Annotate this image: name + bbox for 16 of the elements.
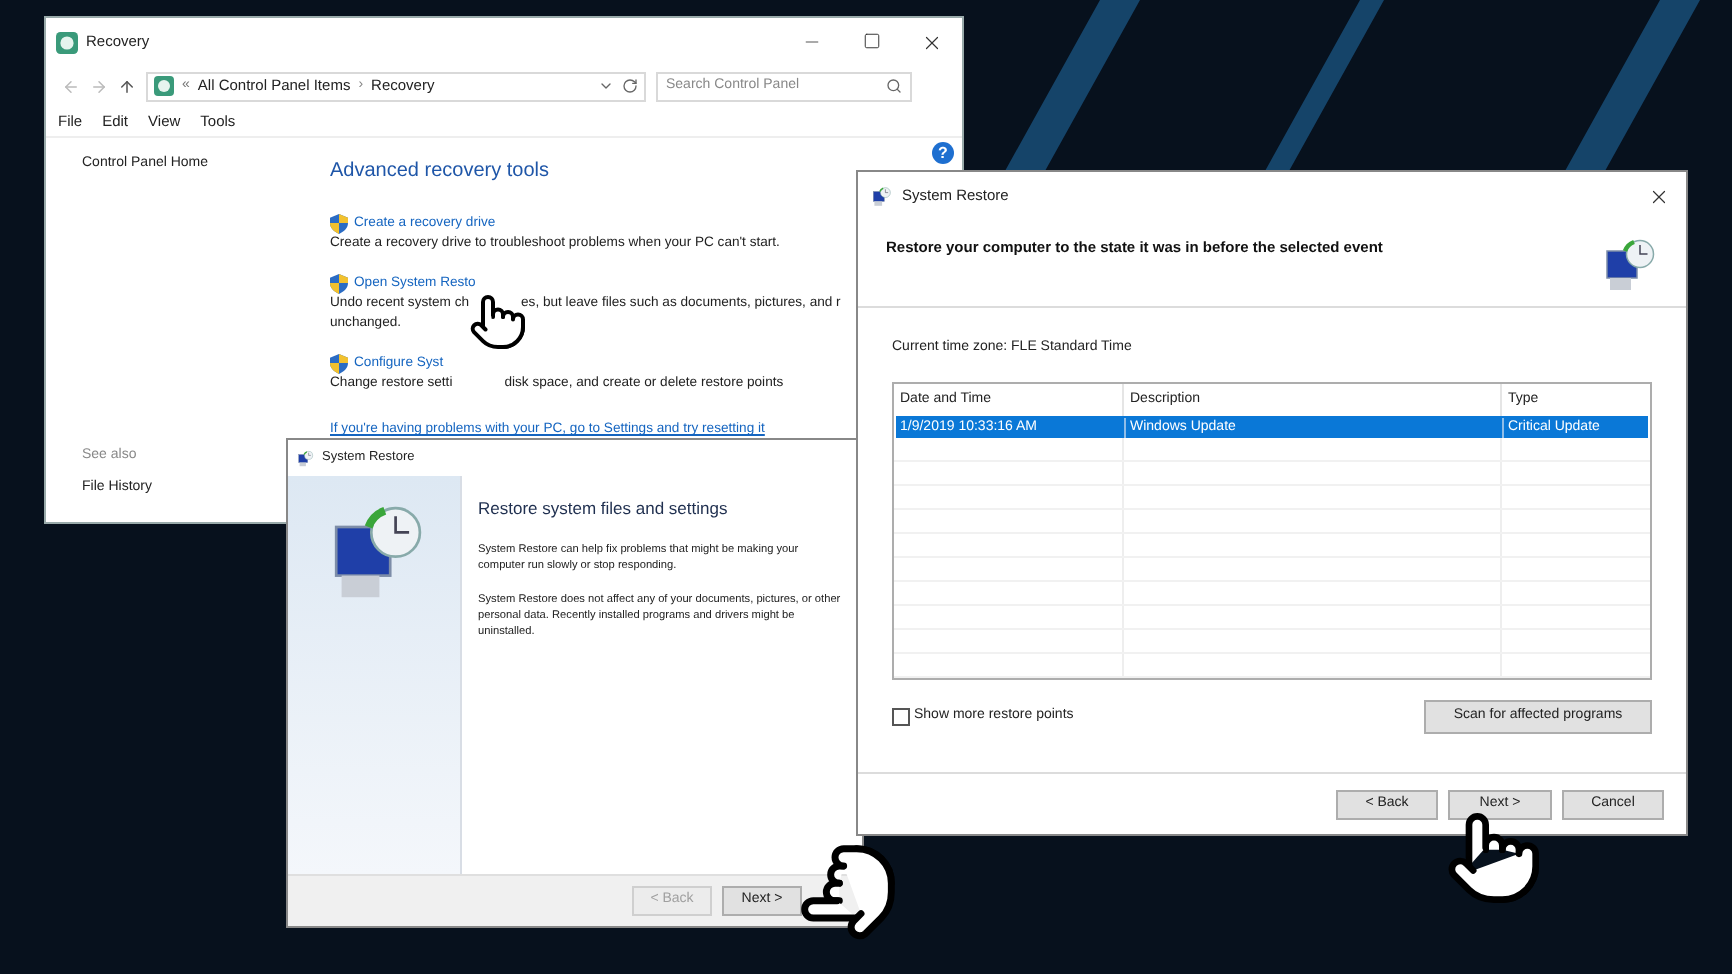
shield-icon: [330, 354, 348, 374]
close-icon[interactable]: [1648, 185, 1670, 207]
shield-icon: [330, 214, 348, 234]
help-icon[interactable]: ?: [932, 142, 954, 164]
section-heading: Advanced recovery tools: [330, 160, 552, 184]
search-icon: [886, 78, 902, 94]
wizard-heading: Restore system files and settings: [478, 496, 730, 522]
system-restore-icon: [296, 449, 314, 467]
recovery-icon: [154, 76, 174, 96]
up-arrow-icon[interactable]: [118, 77, 136, 95]
shield-icon: [330, 274, 348, 294]
dropdown-icon[interactable]: [598, 78, 614, 94]
checkbox[interactable]: [892, 707, 910, 725]
refresh-icon[interactable]: [622, 78, 638, 94]
system-restore-icon: [870, 185, 892, 207]
recovery-icon: [56, 31, 78, 53]
